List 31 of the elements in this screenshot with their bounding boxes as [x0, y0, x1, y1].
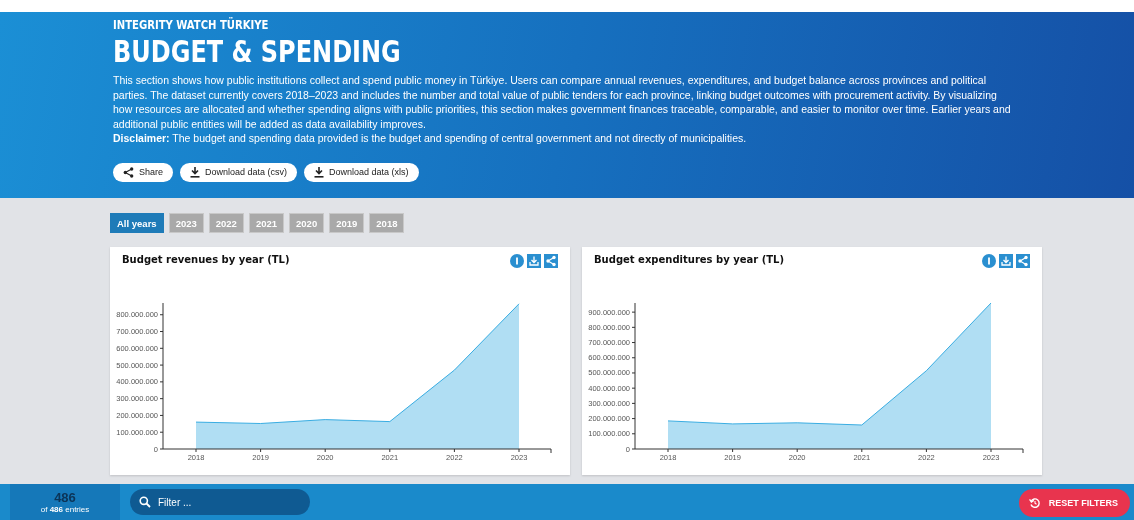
reset-filters-button[interactable]: RESET FILTERS: [1018, 489, 1130, 517]
year-tab[interactable]: 2023: [168, 213, 204, 233]
year-tab[interactable]: 2022: [208, 213, 244, 233]
year-tab[interactable]: 2021: [248, 213, 285, 233]
chart-title: Budget revenues by year (TL): [122, 254, 290, 265]
reset-icon: [1028, 497, 1041, 509]
info-icon[interactable]: [982, 254, 996, 268]
entries-label: of 486 entries: [40, 504, 90, 514]
disclaimer-text: Disclaimer: The budget and spending data provided is the budget and spending of central government and not directly of municipalities.: [113, 131, 748, 146]
download-icon: [190, 166, 201, 178]
page-title: BUDGET & SPENDING: [113, 35, 401, 69]
share-icon[interactable]: [1016, 254, 1030, 268]
share-icon: [123, 166, 134, 178]
download-icon[interactable]: [527, 254, 541, 268]
share-button[interactable]: Share: [113, 162, 174, 182]
search-icon: [139, 496, 151, 508]
section-description: This section shows how public institutions collect and spend public money in Türkiye. Users can compare annual revenues, expenditures, and budget balance across provinces and political parties. The dataset currently covers 2018–2023 and includes the number and total value of public tenders for each province, linking budget outcomes with procurement activity. By visualizing how resources are allocated and whether spending aligns with public priorities, this section makes government finances traceable, comparable, and easier to monitor over time. Earlier years and additional public entities will be added as data availability improves.: [113, 73, 1012, 132]
info-icon[interactable]: [510, 254, 524, 268]
download-icon[interactable]: [999, 254, 1013, 268]
download-button[interactable]: Download data (xls): [304, 162, 419, 182]
share-icon[interactable]: [544, 254, 558, 268]
filter-field[interactable]: Filter ...: [130, 489, 310, 515]
year-tab[interactable]: 2018: [369, 213, 405, 233]
year-tab[interactable]: 2019: [329, 213, 365, 233]
year-tab[interactable]: All years: [110, 213, 164, 233]
chart-title: Budget expenditures by year (TL): [594, 254, 784, 265]
site-kicker: INTEGRITY WATCH TÜRKIYE: [113, 17, 269, 32]
download-icon: [314, 166, 325, 178]
entry-count: 486: [54, 490, 76, 505]
year-tab[interactable]: 2020: [289, 213, 325, 233]
download-button[interactable]: Download data (csv): [180, 162, 298, 182]
